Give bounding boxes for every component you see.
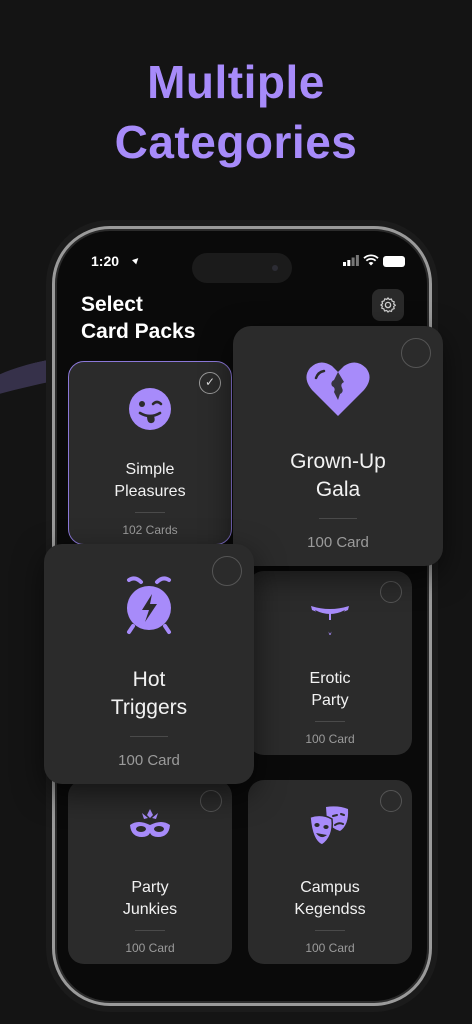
pack-name-line-2: Gala (315, 478, 361, 501)
pack-name-line-1: Hot (132, 668, 166, 691)
pack-name-line-2: Pleasures (114, 483, 186, 500)
puzzle-heart-icon (306, 362, 370, 416)
wifi-icon (363, 254, 379, 266)
pack-name-line-2: Kegendss (294, 901, 366, 918)
signal-icon (343, 255, 359, 266)
carnival-mask-icon (130, 809, 170, 837)
pack-card-count: 100 Card (305, 941, 355, 955)
pack-card-count: 100 Card (307, 534, 369, 551)
settings-button[interactable] (372, 289, 404, 321)
headline-line-1: Multiple (147, 56, 325, 108)
divider (315, 930, 345, 931)
pack-card-count: 100 Card (125, 941, 175, 955)
divider (130, 736, 168, 737)
battery-icon (383, 256, 405, 267)
pack-card-party-junkies[interactable]: Party Junkies 100 Card (68, 780, 232, 964)
pack-name-line-2: Triggers (110, 696, 188, 719)
pack-name-line-1: Simple (125, 461, 175, 478)
pack-card-grown-up-gala[interactable]: Grown-Up Gala 100 Card (233, 326, 443, 566)
pack-name-line-1: Party (131, 879, 169, 896)
pack-name-line-1: Grown-Up (290, 450, 386, 473)
pack-card-simple-pleasures[interactable]: ✓ Simple Pleasures 102 Cards (68, 361, 232, 545)
dynamic-island (192, 253, 292, 283)
winking-tongue-face-icon (129, 388, 171, 430)
divider (315, 721, 345, 722)
pack-name: Erotic Party (248, 668, 412, 712)
pack-card-count: 100 Card (118, 752, 180, 769)
select-radio[interactable] (200, 790, 222, 812)
screen-title-line-2: Card Packs (81, 320, 196, 343)
select-radio[interactable] (212, 556, 242, 586)
pack-card-campus-kegendss[interactable]: Campus Kegendss 100 Card (248, 780, 412, 964)
screen-title: Select Card Packs (81, 291, 195, 345)
screen-title-line-1: Select (81, 293, 143, 316)
headline-line-2: Categories (114, 116, 358, 168)
pack-name: Party Junkies (68, 877, 232, 921)
pack-name-line-1: Erotic (309, 670, 351, 687)
select-radio[interactable] (380, 581, 402, 603)
divider (319, 518, 357, 519)
pack-card-erotic-party[interactable]: Erotic Party 100 Card (248, 571, 412, 755)
pack-name: Grown-Up Gala (233, 448, 443, 504)
theater-masks-icon (309, 806, 349, 846)
pack-name-line-2: Party (311, 692, 349, 709)
divider (135, 512, 165, 513)
marketing-headline: Multiple Categories (0, 52, 472, 172)
pack-name-line-1: Campus (300, 879, 360, 896)
select-radio[interactable] (401, 338, 431, 368)
pack-card-hot-triggers[interactable]: Hot Triggers 100 Card (44, 544, 254, 784)
status-time: 1:20 (91, 253, 120, 269)
pack-name: Hot Triggers (44, 666, 254, 722)
pack-name: Simple Pleasures (69, 459, 231, 503)
pack-card-count: 102 Cards (122, 523, 178, 537)
thong-icon (311, 606, 349, 635)
pack-name-line-2: Junkies (122, 901, 178, 918)
alarm-clock-icon (127, 576, 171, 634)
camera-dot (272, 265, 278, 271)
pack-card-count: 100 Card (305, 732, 355, 746)
location-arrow-icon: ▲ (128, 253, 144, 268)
gear-icon (380, 297, 396, 313)
select-radio[interactable] (380, 790, 402, 812)
check-icon: ✓ (199, 372, 221, 394)
divider (135, 930, 165, 931)
pack-name: Campus Kegendss (248, 877, 412, 921)
